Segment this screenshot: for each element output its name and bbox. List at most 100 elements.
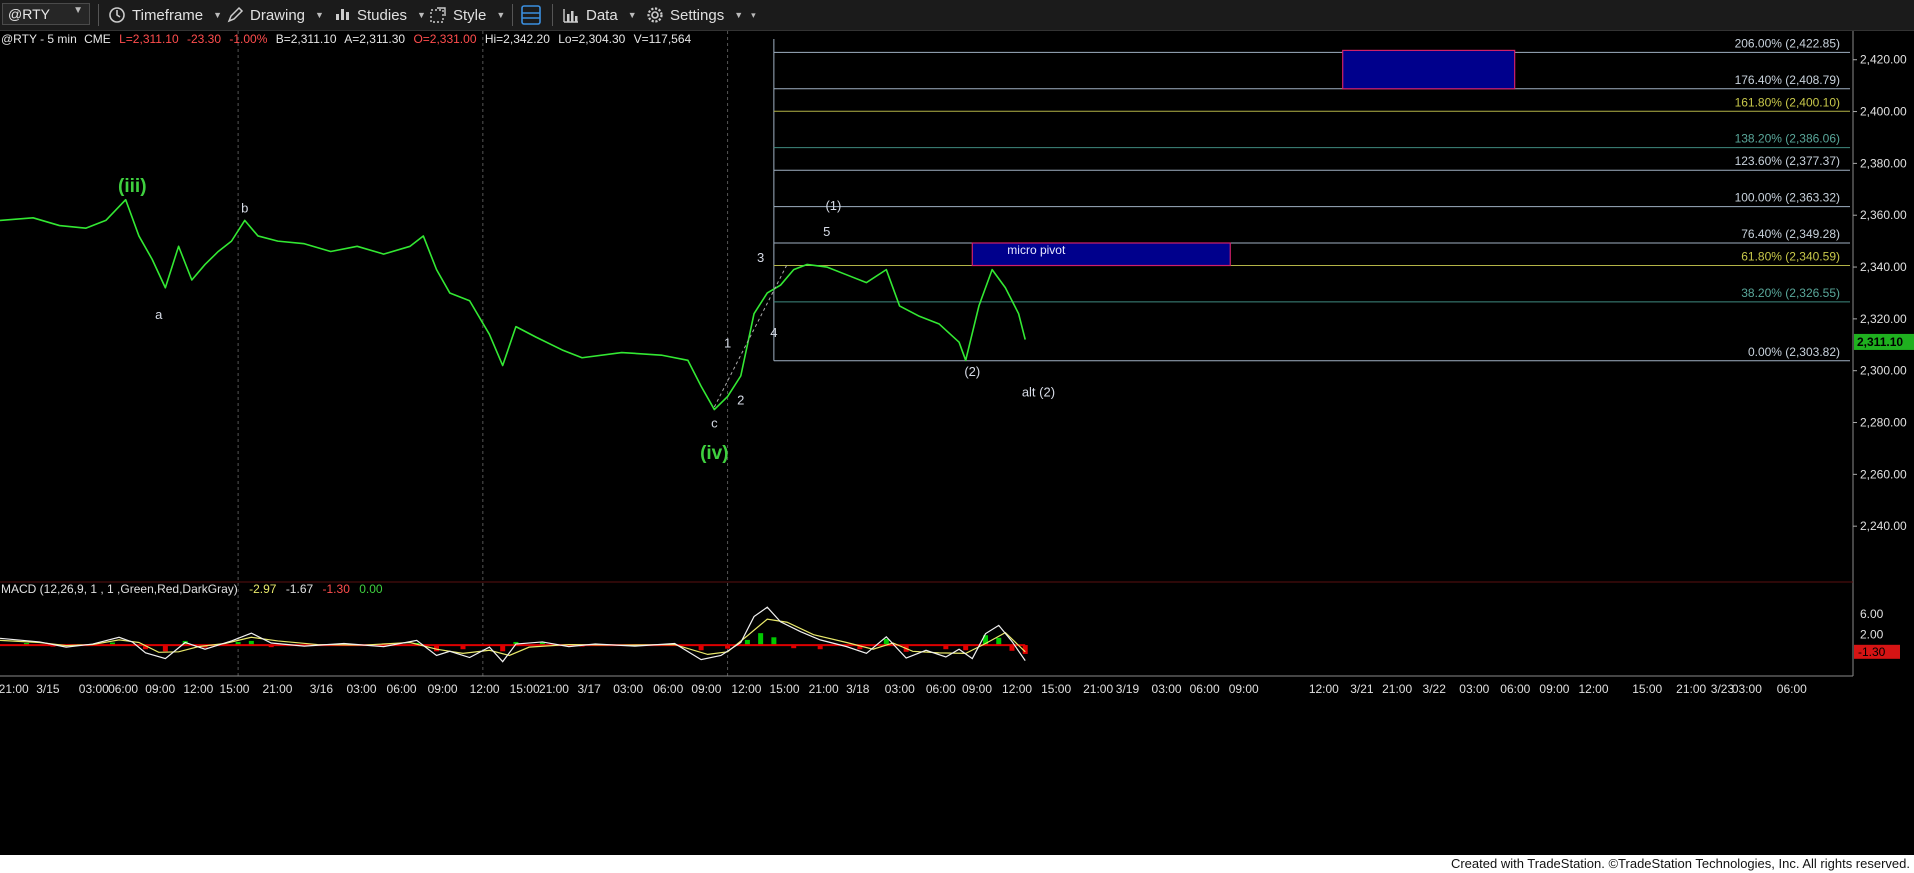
- x-tick-label: 3/22: [1423, 682, 1447, 696]
- x-tick-label: 03:00: [1459, 682, 1489, 696]
- toolbar: @RTY ▼ Timeframe ▼ Drawing ▼ Studies ▼ S…: [0, 0, 1914, 31]
- timeframe-button[interactable]: Timeframe ▼: [108, 4, 222, 26]
- settings-label: Settings: [670, 6, 725, 24]
- x-tick-label: 15:00: [510, 682, 540, 696]
- macd-value-3: -1.30: [323, 582, 351, 596]
- x-tick-label: 3/21: [1350, 682, 1374, 696]
- timeframe-label: Timeframe: [132, 6, 204, 24]
- macd-value-2: -1.67: [286, 582, 314, 596]
- wave-label: a: [155, 307, 163, 322]
- symbol-text: @RTY: [8, 6, 50, 22]
- clock-icon: [109, 7, 125, 23]
- wave-label: 1: [724, 335, 731, 350]
- toolbar-divider: [512, 4, 513, 26]
- chevron-down-icon: ▼: [496, 10, 506, 20]
- chevron-down-icon: ▼: [73, 5, 83, 16]
- x-tick-label: 09:00: [145, 682, 175, 696]
- style-button[interactable]: Style ▼: [429, 4, 505, 26]
- x-tick-label: 21:00: [1382, 682, 1412, 696]
- price-panel: 2,240.00 2,260.00 2,280.00 2,300.00 2,320.00…: [0, 31, 1914, 676]
- y-tick-label: 2,280.00: [1860, 416, 1907, 430]
- chart-area[interactable]: @RTY - 5 min CME L=2,311.10 -23.30 -1.00…: [0, 31, 1914, 855]
- x-tick-label: 06:00: [1777, 682, 1807, 696]
- x-tick-label: 3/19: [1116, 682, 1140, 696]
- toolbar-divider: [552, 4, 553, 26]
- x-tick-label: 03:00: [346, 682, 376, 696]
- x-tick-label: 21:00: [1083, 682, 1113, 696]
- x-tick-label: 03:00: [79, 682, 109, 696]
- settings-button[interactable]: Settings ▼ ▾: [646, 4, 756, 26]
- gear-icon: [647, 7, 663, 23]
- x-tick-label: 15:00: [219, 682, 249, 696]
- x-tick-label: 03:00: [1152, 682, 1182, 696]
- macd-y-tick-label: 6.00: [1860, 607, 1884, 621]
- x-tick-label: 3/16: [310, 682, 334, 696]
- macd-histogram-bar: [996, 637, 1002, 646]
- price-line: [0, 198, 1026, 411]
- y-tick-label: 2,340.00: [1860, 260, 1907, 274]
- macd-value-4: 0.00: [359, 582, 383, 596]
- x-tick-label: 09:00: [1539, 682, 1569, 696]
- studies-label: Studies: [357, 6, 408, 24]
- symbol-selector[interactable]: @RTY ▼: [2, 3, 90, 25]
- fib-level-label: 138.20% (2,386.06): [1735, 132, 1840, 146]
- x-tick-label: 3/15: [36, 682, 60, 696]
- y-tick-label: 2,300.00: [1860, 364, 1907, 378]
- wave-label: alt (2): [1022, 385, 1055, 400]
- chevron-down-icon: ▼: [734, 10, 744, 20]
- svg-text:MACD (12,26,9, 1 , 1 ,Green,Re: MACD (12,26,9, 1 , 1 ,Green,Red,DarkGray…: [1, 582, 383, 596]
- x-tick-label: 15:00: [770, 682, 800, 696]
- layout-toggle-button[interactable]: [520, 4, 542, 26]
- data-button[interactable]: Data ▼: [562, 4, 637, 26]
- x-tick-label: 15:00: [1041, 682, 1071, 696]
- chevron-down-icon: ▼: [315, 10, 324, 20]
- y-tick-label: 2,260.00: [1860, 467, 1907, 481]
- fib-level-label: 206.00% (2,422.85): [1735, 36, 1840, 50]
- macd-title: MACD (12,26,9, 1 , 1 ,Green,Red,DarkGray…: [1, 582, 238, 596]
- x-tick-label: 21:00: [262, 682, 292, 696]
- x-tick-label: 09:00: [962, 682, 992, 696]
- header-open: O=2,331.00: [413, 32, 476, 46]
- x-tick-label: 09:00: [1229, 682, 1259, 696]
- y-tick-label: 2,360.00: [1860, 208, 1907, 222]
- wave-label: (2): [964, 364, 980, 379]
- drawing-button[interactable]: Drawing ▼: [226, 4, 324, 26]
- macd-y-tick-label: -1.30: [1858, 645, 1886, 659]
- footer: Created with TradeStation. ©TradeStation…: [0, 855, 1914, 873]
- x-tick-label: 03:00: [1732, 682, 1762, 696]
- x-tick-label: 06:00: [926, 682, 956, 696]
- fib-level-label: 0.00% (2,303.82): [1748, 345, 1840, 359]
- studies-button[interactable]: Studies ▼: [333, 4, 426, 26]
- x-tick-label: 15:00: [1632, 682, 1662, 696]
- fib-level-label: 161.80% (2,400.10): [1735, 95, 1840, 109]
- wave-label: (iv): [700, 443, 729, 464]
- x-tick-label: 21:00: [539, 682, 569, 696]
- header-volume: V=117,564: [634, 32, 692, 46]
- fib-level-label: 123.60% (2,377.37): [1735, 154, 1840, 168]
- x-tick-label: 12:00: [1002, 682, 1032, 696]
- x-axis: 21:00 3/15 03:00 06:00 09:00 12:00 15:00 21:00 3…: [0, 682, 1807, 696]
- wave-label: (iii): [118, 176, 147, 197]
- x-tick-label: 06:00: [1190, 682, 1220, 696]
- fib-level-label: 76.40% (2,349.28): [1741, 227, 1840, 241]
- x-tick-label: 06:00: [1500, 682, 1530, 696]
- header-change: -23.30: [187, 32, 221, 46]
- x-tick-label: 06:00: [387, 682, 417, 696]
- x-tick-label: 12:00: [1578, 682, 1608, 696]
- y-tick-label: 2,380.00: [1860, 156, 1907, 170]
- data-label: Data: [586, 6, 618, 24]
- copyright-text: Created with TradeStation. ©TradeStation…: [1450, 856, 1910, 871]
- fib-level-label: 100.00% (2,363.32): [1735, 191, 1840, 205]
- y-tick-label: 2,400.00: [1860, 105, 1907, 119]
- macd-panel: 6.00 2.00 -1.30: [0, 606, 1900, 677]
- header-high: Hi=2,342.20: [485, 32, 550, 46]
- x-tick-label: 3/17: [577, 682, 601, 696]
- drawing-label: Drawing: [250, 6, 306, 24]
- macd-y-tick-label: 2.00: [1860, 628, 1884, 642]
- header-symbol: @RTY - 5 min: [1, 32, 77, 46]
- y-tick-label: 2,240.00: [1860, 519, 1907, 533]
- toolbar-divider: [98, 4, 99, 26]
- macd-value-1: -2.97: [249, 582, 277, 596]
- fib-level-label: 38.20% (2,326.55): [1741, 286, 1840, 300]
- last-price-label: 2,311.10: [1857, 335, 1903, 349]
